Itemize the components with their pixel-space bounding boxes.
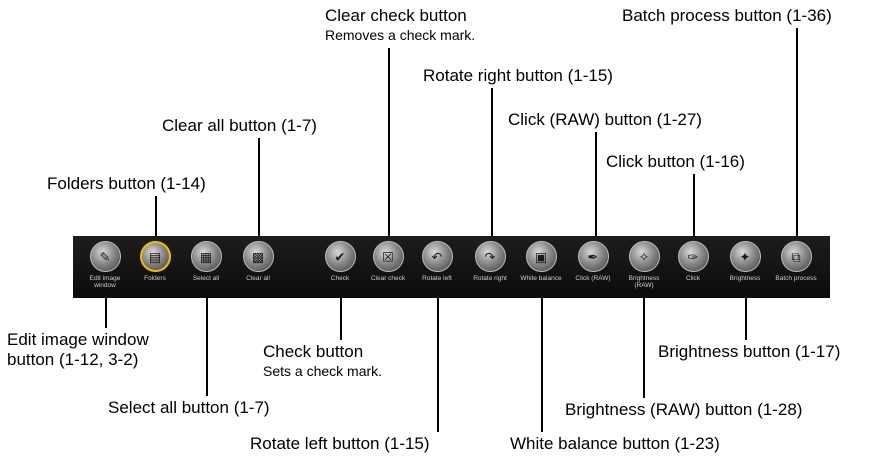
white-balance-icon: ▣ [534,249,548,264]
leader-brightness-raw [643,284,645,398]
leader-rotate-right [491,88,493,244]
white-balance-button-label: White balance [520,275,562,282]
batch-process-callout: Batch process button (1-36) [622,6,832,25]
click-callout: Click button (1-16) [606,152,745,171]
select-all-callout: Select all button (1-7) [108,398,270,417]
leader-white-balance [541,284,543,432]
select-all-button-label: Select all [192,275,220,282]
batch-process-button-label: Batch process [775,275,817,282]
check-button-label: Check [330,275,350,282]
select-all-icon: ▦ [199,249,213,264]
rotate-right-button[interactable]: ↷ Rotate right [468,241,512,282]
brightness-callout: Brightness button (1-17) [658,342,841,361]
clear-check-button[interactable]: ☒ Clear check [366,241,410,282]
clear-all-button-label: Clear all [246,275,270,282]
brightness-button-label: Brightness [729,275,761,282]
brightness-icon: ✦ [739,249,751,264]
click-raw-callout: Click (RAW) button (1-27) [508,110,702,129]
batch-process-icon: ⧉ [791,249,801,264]
leader-clear-check [388,48,390,244]
clear-check-callout-desc: Removes a check mark. [325,27,476,43]
check-callout-desc: Sets a check mark. [263,363,383,379]
leader-rotate-left [437,284,439,432]
check-callout: Check button Sets a check mark. [263,342,382,380]
brightness-raw-button[interactable]: ✧ Brightness (RAW) [622,241,666,289]
folders-button-label: Folders [144,275,166,282]
brightness-raw-button-label: Brightness (RAW) [628,275,660,289]
rotate-right-callout: Rotate right button (1-15) [423,66,613,85]
clear-check-icon: ☒ [382,249,394,264]
clear-check-callout-title: Clear check button [325,6,467,25]
brightness-raw-callout: Brightness (RAW) button (1-28) [565,400,803,419]
edit-image-window-callout-line2: button (1-12, 3-2) [7,350,139,369]
edit-image-window-callout-line1: Edit image window [7,330,149,349]
white-balance-callout: White balance button (1-23) [510,434,720,453]
batch-process-button[interactable]: ⧉ Batch process [774,241,818,282]
folders-icon: ▤ [148,249,162,264]
leader-select-all [206,284,208,396]
check-callout-title: Check button [263,342,364,361]
rotate-right-icon: ↷ [484,249,496,264]
click-raw-button-label: Click (RAW) [575,275,611,282]
edit-image-window-button-label: Edit image window [89,275,121,289]
click-icon: ✑ [687,249,699,264]
leader-brightness [745,298,747,340]
clear-all-icon: ▩ [251,249,265,264]
edit-image-window-button[interactable]: ✎ Edit image window [83,241,127,289]
edit-image-window-callout: Edit image window button (1-12, 3-2) [7,330,149,370]
toolbar: ✎ Edit image window ▤ Folders ▦ Select a… [73,236,830,298]
leader-clear-all [258,138,260,244]
click-button-label: Click [685,275,701,282]
rotate-left-callout: Rotate left button (1-15) [250,434,430,453]
check-icon: ✔ [334,249,346,264]
click-raw-button[interactable]: ✒ Click (RAW) [571,241,615,282]
brightness-raw-icon: ✧ [638,249,650,264]
click-button[interactable]: ✑ Click [671,241,715,282]
edit-image-icon: ✎ [99,249,111,264]
folders-button[interactable]: ▤ Folders [133,241,177,282]
check-button[interactable]: ✔ Check [318,241,362,282]
clear-all-callout: Clear all button (1-7) [162,116,317,135]
click-raw-icon: ✒ [587,249,599,264]
folders-callout: Folders button (1-14) [47,174,206,193]
clear-all-button[interactable]: ▩ Clear all [236,241,280,282]
leader-click-raw [595,132,597,244]
rotate-right-button-label: Rotate right [473,275,507,282]
rotate-left-icon: ↶ [431,249,443,264]
leader-batch-process [796,28,798,244]
rotate-left-button-label: Rotate left [422,275,452,282]
clear-check-callout: Clear check button Removes a check mark. [325,6,475,44]
select-all-button[interactable]: ▦ Select all [184,241,228,282]
rotate-left-button[interactable]: ↶ Rotate left [415,241,459,282]
brightness-button[interactable]: ✦ Brightness [723,241,767,282]
white-balance-button[interactable]: ▣ White balance [519,241,563,282]
clear-check-button-label: Clear check [370,275,406,282]
leader-click [693,174,695,244]
